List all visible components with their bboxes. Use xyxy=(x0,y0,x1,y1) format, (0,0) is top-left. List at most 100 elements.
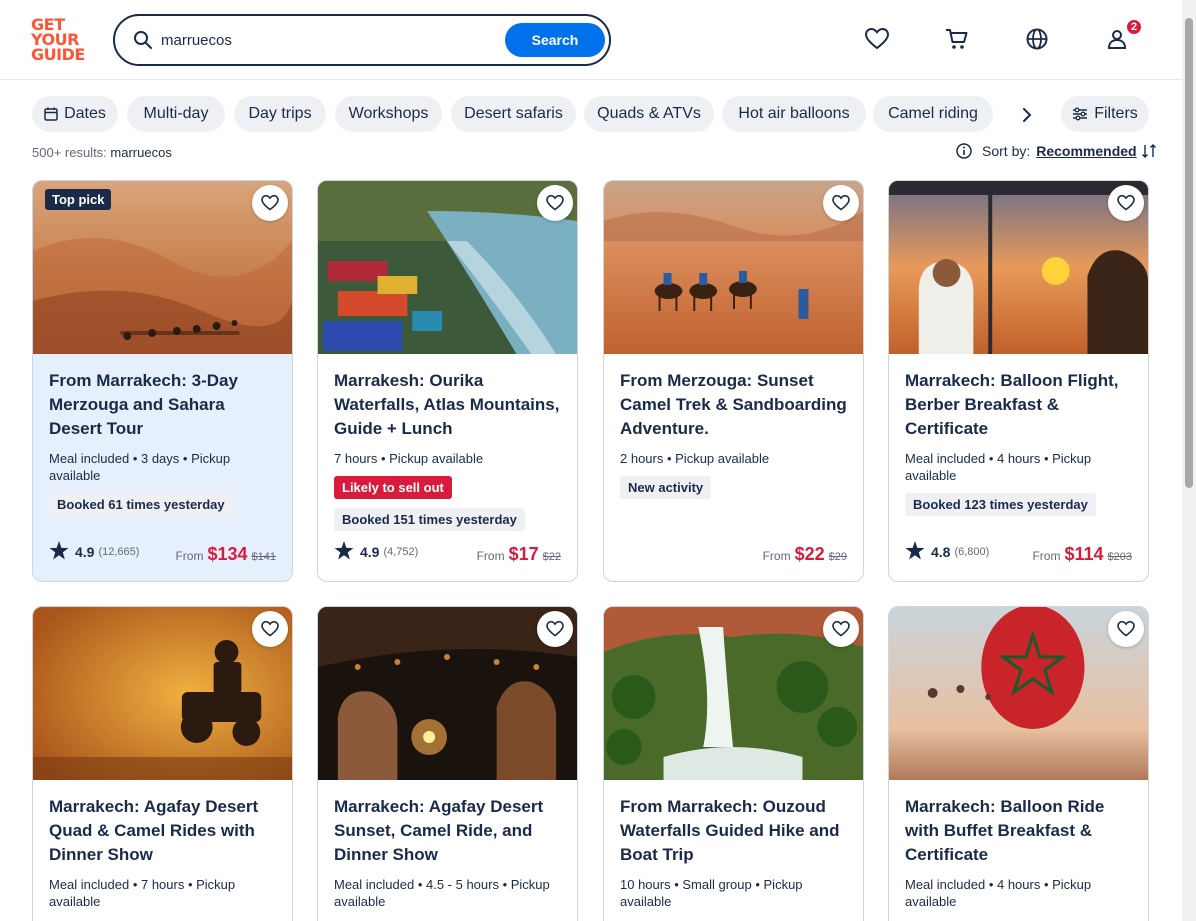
search-bar: Search xyxy=(113,14,611,66)
search-input[interactable] xyxy=(161,28,501,52)
search-icon xyxy=(133,30,153,50)
review-count: (12,665) xyxy=(98,546,140,558)
card-meta: Meal included • 3 days • Pickup availabl… xyxy=(49,451,231,483)
card-title[interactable]: From Marrakech: 3-Day Merzouga and Sahar… xyxy=(49,369,281,441)
wishlist-button[interactable] xyxy=(537,611,573,647)
new-activity-badge: New activity xyxy=(620,476,712,499)
logo-line-3: GUIDE xyxy=(31,45,85,64)
info-icon[interactable] xyxy=(956,143,972,159)
chip-label: Desert safaris xyxy=(464,105,563,122)
results-count-label: 500+ results: xyxy=(32,145,107,160)
wishlist-button[interactable] xyxy=(823,185,859,221)
price: From $134 $141 xyxy=(175,544,276,565)
activity-card[interactable]: Marrakech: Agafay Desert Sunset, Camel R… xyxy=(317,606,578,921)
card-title[interactable]: From Marrakech: Ouzoud Waterfalls Guided… xyxy=(620,795,852,867)
wishlist-button[interactable] xyxy=(537,185,573,221)
sliders-icon xyxy=(1072,107,1088,121)
chip-label: Camel riding xyxy=(888,105,978,122)
price-from-label: From xyxy=(1032,549,1061,563)
chip-hot-air-balloons[interactable]: Hot air balloons xyxy=(722,96,866,132)
activity-card[interactable]: Marrakesh: Ourika Waterfalls, Atlas Moun… xyxy=(317,180,578,582)
card-title[interactable]: Marrakesh: Ourika Waterfalls, Atlas Moun… xyxy=(334,369,566,441)
price: From $114 $203 xyxy=(1032,544,1132,565)
chip-label: Day trips xyxy=(248,105,312,122)
chip-label: Hot air balloons xyxy=(738,105,850,122)
price: From $17 $22 xyxy=(477,544,561,565)
card-title[interactable]: Marrakech: Balloon Flight, Berber Breakf… xyxy=(905,369,1137,441)
original-price: $29 xyxy=(828,551,847,563)
current-price: $134 xyxy=(207,544,248,564)
chip-label: Dates xyxy=(64,105,106,122)
rating: 4.8 (6,800) xyxy=(905,541,989,563)
activity-card[interactable]: Marrakech: Balloon Flight, Berber Breakf… xyxy=(888,180,1149,582)
card-title[interactable]: Marrakech: Agafay Desert Quad & Camel Ri… xyxy=(49,795,281,867)
sort-arrows-icon[interactable] xyxy=(1141,143,1157,159)
chip-quads-atvs[interactable]: Quads & ATVs xyxy=(584,96,714,132)
card-meta: 7 hours • Pickup available xyxy=(334,451,484,466)
filters-button[interactable]: Filters xyxy=(1061,96,1149,132)
chip-workshops[interactable]: Workshops xyxy=(335,96,442,132)
wishlist-button[interactable] xyxy=(1108,185,1144,221)
chip-label: Workshops xyxy=(348,105,429,122)
wishlist-button[interactable] xyxy=(823,611,859,647)
cart-icon[interactable] xyxy=(944,26,970,52)
current-price: $22 xyxy=(794,544,825,564)
price-from-label: From xyxy=(762,549,791,563)
results-count: 500+ results: marruecos xyxy=(32,145,172,160)
card-meta: 2 hours • Pickup available xyxy=(620,451,770,466)
scrollbar-thumb[interactable] xyxy=(1185,18,1193,488)
sort-control[interactable]: Sort by: Recommended xyxy=(956,143,1157,159)
chip-dates[interactable]: Dates xyxy=(32,96,118,132)
results-query: marruecos xyxy=(110,145,172,160)
price-from-label: From xyxy=(175,549,204,563)
scrollbar[interactable] xyxy=(1182,0,1196,921)
sort-label: Sort by: xyxy=(982,143,1031,159)
search-button[interactable]: Search xyxy=(505,23,605,57)
star-icon xyxy=(334,541,354,563)
wishlist-button[interactable] xyxy=(252,185,288,221)
booked-badge: Booked 123 times yesterday xyxy=(905,493,1096,516)
sort-value[interactable]: Recommended xyxy=(1036,143,1136,159)
rating: 4.9 (4,752) xyxy=(334,541,418,563)
booked-badge: Booked 61 times yesterday xyxy=(49,493,233,516)
activity-card[interactable]: Top pick From Marrakech: 3-Day Merzouga … xyxy=(32,180,293,582)
notification-badge: 2 xyxy=(1125,18,1143,36)
rating-value: 4.9 xyxy=(75,544,95,560)
review-count: (4,752) xyxy=(383,546,419,558)
activity-card[interactable]: From Marrakech: Ouzoud Waterfalls Guided… xyxy=(603,606,864,921)
card-meta: Meal included • 4 hours • Pickup availab… xyxy=(905,451,1092,483)
chevron-right-icon[interactable] xyxy=(1016,104,1038,126)
original-price: $141 xyxy=(251,551,276,563)
wishlist-heart-icon[interactable] xyxy=(864,26,890,52)
chip-label: Quads & ATVs xyxy=(597,105,701,122)
activity-card[interactable]: Marrakech: Balloon Ride with Buffet Brea… xyxy=(888,606,1149,921)
chip-multi-day[interactable]: Multi-day xyxy=(127,96,225,132)
card-title[interactable]: Marrakech: Agafay Desert Sunset, Camel R… xyxy=(334,795,566,867)
booked-badge: Booked 151 times yesterday xyxy=(334,508,525,531)
wishlist-button[interactable] xyxy=(1108,611,1144,647)
review-count: (6,800) xyxy=(954,546,990,558)
activity-card[interactable]: Marrakech: Agafay Desert Quad & Camel Ri… xyxy=(32,606,293,921)
chip-label: Multi-day xyxy=(143,105,209,122)
card-title[interactable]: From Merzouga: Sunset Camel Trek & Sandb… xyxy=(620,369,852,441)
current-price: $17 xyxy=(508,544,539,564)
chip-camel-riding[interactable]: Camel riding xyxy=(873,96,993,132)
card-title[interactable]: Marrakech: Balloon Ride with Buffet Brea… xyxy=(905,795,1137,867)
card-meta: Meal included • 7 hours • Pickup availab… xyxy=(49,877,236,909)
price-from-label: From xyxy=(476,549,505,563)
chip-day-trips[interactable]: Day trips xyxy=(234,96,326,132)
globe-icon[interactable] xyxy=(1024,26,1050,52)
rating: 4.9 (12,665) xyxy=(49,541,139,563)
top-pick-badge: Top pick xyxy=(45,189,112,210)
original-price: $203 xyxy=(1107,551,1132,563)
card-meta: 10 hours • Small group • Pickup availabl… xyxy=(620,877,803,909)
current-price: $114 xyxy=(1064,544,1104,564)
likely-to-sell-out-badge: Likely to sell out xyxy=(334,476,452,499)
chip-desert-safaris[interactable]: Desert safaris xyxy=(451,96,576,132)
wishlist-button[interactable] xyxy=(252,611,288,647)
getyourguide-logo[interactable]: GET YOUR GUIDE xyxy=(31,17,91,63)
star-icon xyxy=(49,541,69,563)
activity-card[interactable]: From Merzouga: Sunset Camel Trek & Sandb… xyxy=(603,180,864,582)
calendar-icon xyxy=(44,107,58,121)
price: From $22 $29 xyxy=(763,544,847,565)
